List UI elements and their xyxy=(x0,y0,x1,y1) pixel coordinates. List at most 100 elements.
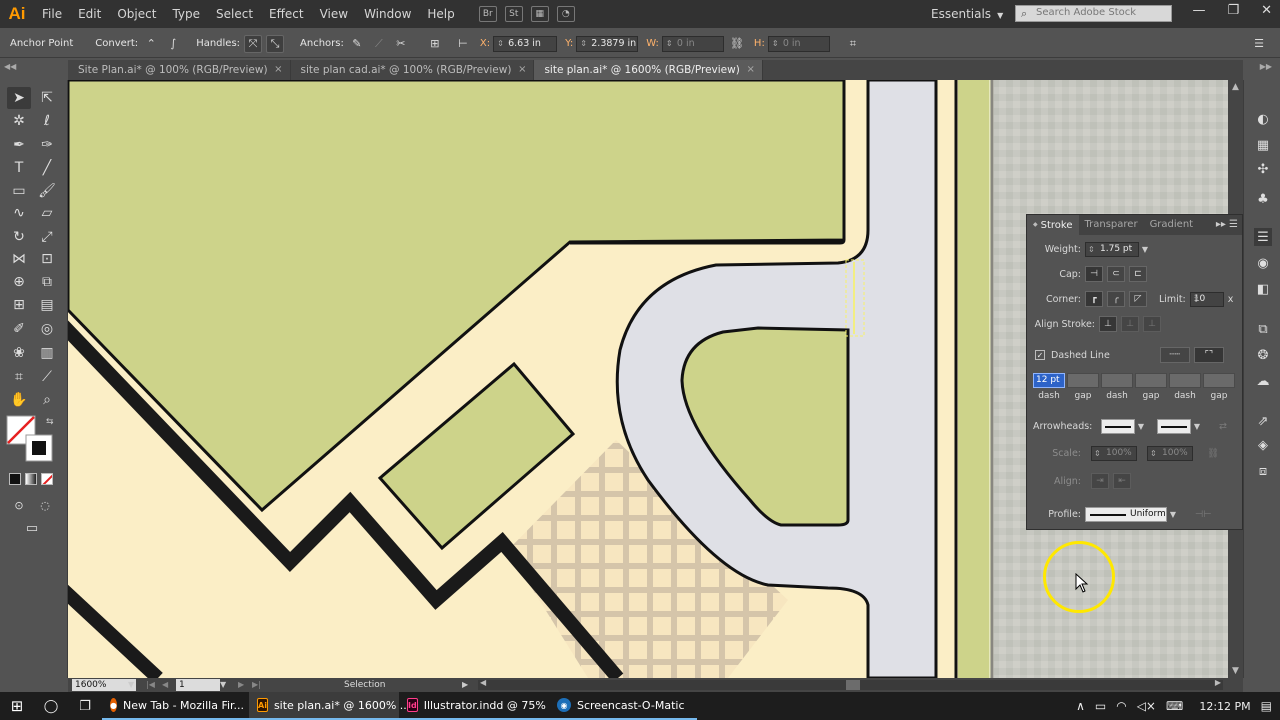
width-tool-icon[interactable]: ⋈ xyxy=(7,248,31,270)
eraser-tool-icon[interactable]: ▱ xyxy=(35,202,59,224)
appearance-panel-icon[interactable]: ⧉ xyxy=(1254,320,1272,338)
export-panel-icon[interactable]: ⇗ xyxy=(1254,412,1272,430)
volume-icon[interactable]: ◁× xyxy=(1137,699,1156,713)
screen-mode-icon[interactable]: ▭ xyxy=(20,517,44,539)
menu-object[interactable]: Object xyxy=(109,0,164,28)
menu-type[interactable]: Type xyxy=(164,0,208,28)
symbol-sprayer-tool-icon[interactable]: ❀ xyxy=(7,342,31,364)
show-handles-icon[interactable]: ⤧ xyxy=(244,34,263,53)
perspective-grid-tool-icon[interactable]: ⧉ xyxy=(35,271,59,293)
align-dashes-icon[interactable]: ⌜⌝ xyxy=(1193,347,1224,363)
gap-field-3[interactable] xyxy=(1203,373,1235,388)
tab-transparency[interactable]: Transparer xyxy=(1079,215,1144,235)
last-artboard-icon[interactable]: ▶| xyxy=(252,678,261,692)
menu-select[interactable]: Select xyxy=(208,0,261,28)
taskbar-app-indesign[interactable]: Id Illustrator.indd @ 75% xyxy=(399,692,549,720)
isolate-icon[interactable]: ⊞ xyxy=(426,35,444,53)
stroke-panel-icon[interactable]: ☰ xyxy=(1254,228,1272,246)
zoom-select[interactable]: 1600% xyxy=(72,679,136,691)
align-icon[interactable]: ⊢ xyxy=(454,35,472,53)
chevron-down-icon[interactable]: ▼ xyxy=(128,678,134,692)
transparency-panel-icon[interactable]: ◧ xyxy=(1254,280,1272,298)
paintbrush-tool-icon[interactable]: 🖌 xyxy=(35,180,59,202)
rectangle-tool-icon[interactable]: ▭ xyxy=(7,180,31,202)
blend-tool-icon[interactable]: ◎ xyxy=(35,318,59,340)
close-tab-icon[interactable]: × xyxy=(746,60,754,80)
color-panel-icon[interactable]: ◐ xyxy=(1254,110,1272,128)
scroll-right-icon[interactable]: ▶ xyxy=(1215,678,1221,687)
type-tool-icon[interactable]: T xyxy=(7,157,31,179)
end-scale-input[interactable]: 100% xyxy=(1147,445,1193,461)
tab-site-plan-1600[interactable]: site plan.ai* @ 1600% (RGB/Preview) × xyxy=(534,60,763,80)
gradient-mode-icon[interactable] xyxy=(25,473,37,485)
menu-help[interactable]: Help xyxy=(419,0,462,28)
chevron-down-icon[interactable]: ▼ xyxy=(1191,419,1203,434)
minimize-icon[interactable]: — xyxy=(1192,0,1205,22)
taskbar-app-firefox[interactable]: ● New Tab - Mozilla Fir... xyxy=(102,692,249,720)
none-mode-icon[interactable] xyxy=(41,473,53,485)
dash-field-1[interactable]: 12 pt xyxy=(1033,373,1065,388)
arrow-tip-at-end-icon[interactable]: ⇤ xyxy=(1113,473,1131,489)
preserve-dashes-icon[interactable]: ┄┄ xyxy=(1159,347,1190,363)
hide-handles-icon[interactable]: ⤡ xyxy=(266,34,285,53)
symbols-panel-icon[interactable]: ♣ xyxy=(1254,190,1272,208)
butt-cap-icon[interactable]: ⊣ xyxy=(1085,266,1103,282)
menu-view[interactable]: View xyxy=(312,0,356,28)
convert-smooth-icon[interactable]: ∫ xyxy=(164,35,182,53)
round-cap-icon[interactable]: ⊂ xyxy=(1107,266,1125,282)
arrange-documents-icon[interactable]: ▦ xyxy=(530,6,549,22)
notifications-icon[interactable]: ▤ xyxy=(1261,699,1272,713)
artboards-panel-icon[interactable]: ⧈ xyxy=(1254,462,1272,480)
hand-tool-icon[interactable]: ✋ xyxy=(7,389,31,411)
curvature-tool-icon[interactable]: ✑ xyxy=(35,134,59,156)
search-icon[interactable]: ◯ xyxy=(34,692,68,720)
bridge-icon[interactable]: Br xyxy=(478,6,497,22)
clock[interactable]: 12:12 PM xyxy=(1199,700,1250,713)
flip-along-icon[interactable]: ⊣⊢ xyxy=(1195,509,1212,520)
start-arrowhead-select[interactable] xyxy=(1101,418,1135,434)
taskbar-app-screencast[interactable]: ◉ Screencast-O-Matic xyxy=(549,692,697,720)
brushes-panel-icon[interactable]: ✣ xyxy=(1254,160,1272,178)
align-inside-icon[interactable]: ⊥ xyxy=(1121,316,1139,332)
control-menu-icon[interactable]: ☰ xyxy=(1250,35,1268,53)
eyedropper-tool-icon[interactable]: ✐ xyxy=(7,318,31,340)
windows-start-icon[interactable]: ⊞ xyxy=(0,692,34,720)
tab-stroke[interactable]: Stroke xyxy=(1027,214,1079,236)
transform-icon[interactable]: ⌗ xyxy=(844,35,862,53)
sidewalk-strip[interactable] xyxy=(844,80,868,250)
align-outside-icon[interactable]: ⊥ xyxy=(1143,316,1161,332)
workspace-switcher[interactable]: Essentials ▼ xyxy=(931,0,1003,30)
network-icon[interactable]: ▭ xyxy=(1095,699,1106,713)
taskbar-app-illustrator[interactable]: Ai site plan.ai* @ 1600% ... xyxy=(249,692,410,720)
chevron-down-icon[interactable]: ▼ xyxy=(220,678,226,692)
draw-mode-icon[interactable]: ⊙ xyxy=(7,494,31,516)
projecting-cap-icon[interactable]: ⊏ xyxy=(1129,266,1147,282)
miter-join-icon[interactable]: ┏ xyxy=(1085,291,1103,307)
line-tool-icon[interactable]: ╱ xyxy=(35,157,59,179)
profile-select[interactable]: Uniform xyxy=(1085,506,1167,522)
green-strip[interactable] xyxy=(958,80,992,678)
bevel-join-icon[interactable]: ◸ xyxy=(1129,291,1147,307)
swap-arrowheads-icon[interactable]: ⇄ xyxy=(1219,421,1227,432)
end-arrowhead-select[interactable] xyxy=(1157,418,1191,434)
shaper-tool-icon[interactable]: ∿ xyxy=(7,202,31,224)
connect-anchors-icon[interactable]: ⟋ xyxy=(370,35,388,53)
weight-input[interactable]: 1.75 pt xyxy=(1085,241,1139,257)
scroll-thumb[interactable] xyxy=(846,680,860,690)
dash-field-2[interactable] xyxy=(1101,373,1133,388)
round-join-icon[interactable]: ╭ xyxy=(1107,291,1125,307)
zoom-tool-icon[interactable]: ⌕ xyxy=(35,389,59,411)
align-center-icon[interactable]: ⊥ xyxy=(1099,316,1117,332)
link-proportions-icon[interactable]: ⛓ xyxy=(728,35,746,53)
next-artboard-icon[interactable]: ▶ xyxy=(238,678,244,692)
limit-input[interactable]: 10 xyxy=(1189,291,1224,307)
gap-field-1[interactable] xyxy=(1067,373,1099,388)
panel-menu-icon[interactable]: ▸▸ ☰ xyxy=(1216,215,1238,235)
tab-site-plan-cad[interactable]: site plan cad.ai* @ 100% (RGB/Preview) × xyxy=(291,60,535,80)
graphic-styles-panel-icon[interactable]: ❂ xyxy=(1254,346,1272,364)
gradient-panel-icon[interactable]: ◉ xyxy=(1254,254,1272,272)
tab-gradient[interactable]: Gradient xyxy=(1144,215,1200,235)
dashed-line-checkbox[interactable]: ✓ xyxy=(1035,350,1045,360)
cc-libraries-panel-icon[interactable]: ☁ xyxy=(1254,372,1272,390)
chevron-down-icon[interactable]: ▼ xyxy=(1139,242,1151,257)
